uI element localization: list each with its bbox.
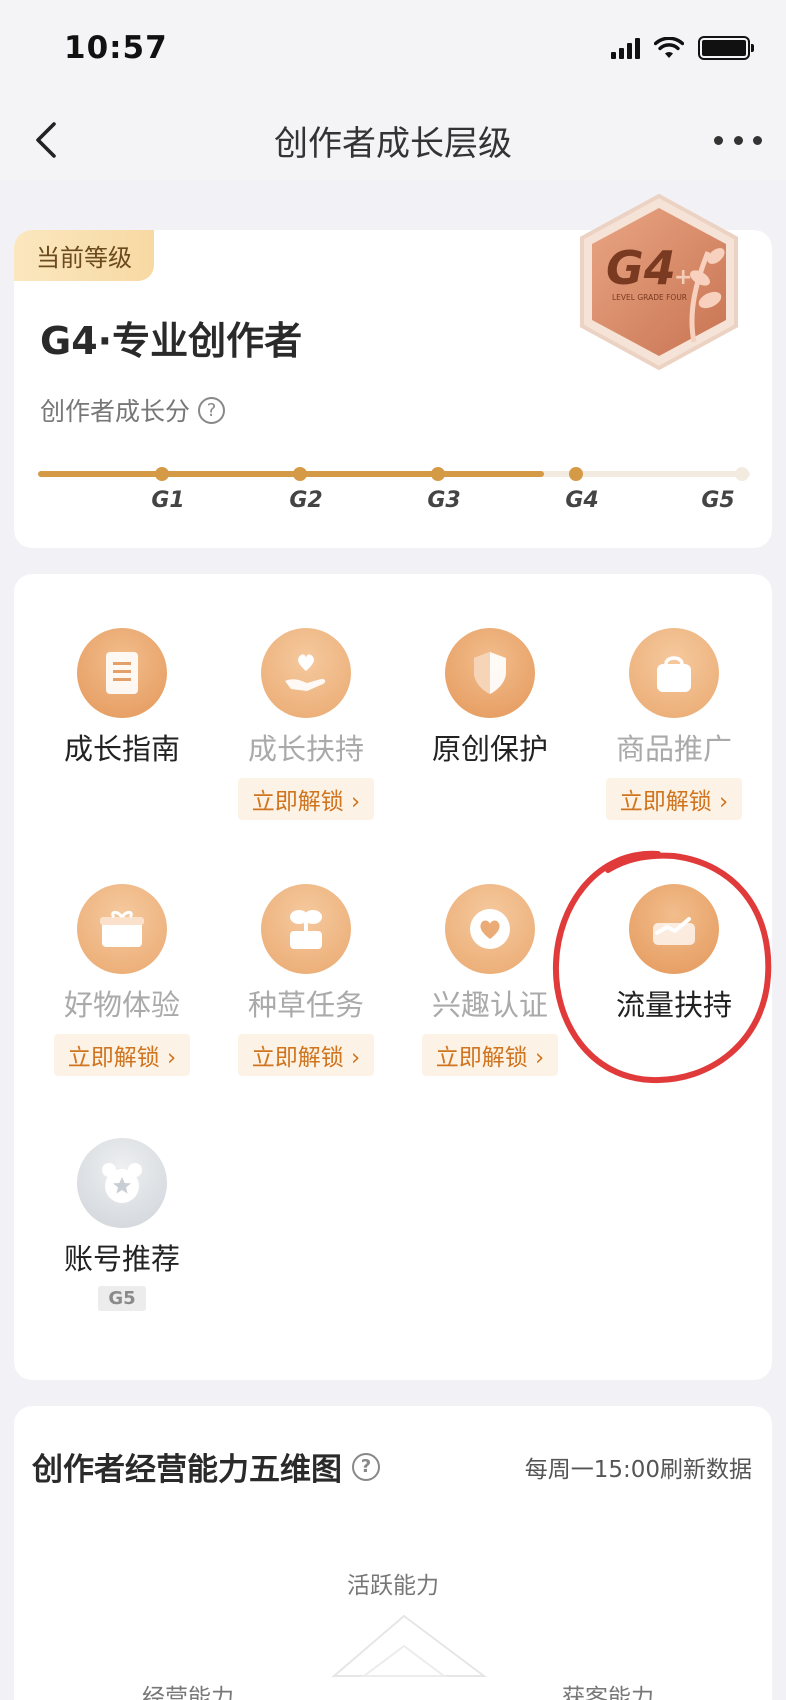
battery-icon bbox=[698, 36, 754, 60]
feature-label: 原创保护 bbox=[431, 732, 548, 766]
page-title: 创作者成长层级 bbox=[274, 124, 512, 164]
radar-axis-label: 活跃能力 bbox=[347, 1573, 439, 1599]
growth-score-text: 创作者成长分 bbox=[40, 397, 191, 426]
radar-title: 创作者经营能力五维图 ? bbox=[32, 1444, 380, 1489]
grade-node bbox=[293, 467, 307, 481]
shopping-bag-icon bbox=[629, 628, 719, 718]
unlock-button[interactable]: 立即解锁 › bbox=[237, 1034, 375, 1076]
feature-label: 好物体验 bbox=[63, 988, 180, 1022]
highlight-annotation bbox=[552, 850, 772, 1084]
current-level-tag: 当前等级 bbox=[14, 230, 154, 281]
feature-goods-experience[interactable]: 好物体验 立即解锁 › bbox=[32, 884, 212, 1076]
help-icon[interactable]: ? bbox=[352, 1452, 380, 1481]
radar-axis-label: 经营能力 bbox=[142, 1685, 234, 1700]
badge-subtitle: LEVEL GRADE FOUR bbox=[612, 293, 687, 302]
navigation-bar: 创作者成长层级 bbox=[0, 100, 786, 180]
unlock-button[interactable]: 立即解锁 › bbox=[421, 1034, 559, 1076]
refresh-note: 每周一15:00刷新数据 bbox=[524, 1457, 752, 1483]
grade-label: G5 bbox=[701, 488, 735, 513]
feature-growth-guide[interactable]: 成长指南 bbox=[32, 628, 212, 768]
level-badge: G4 + LEVEL GRADE FOUR bbox=[580, 193, 738, 371]
heart-badge-icon bbox=[445, 884, 535, 974]
badge-plus: + bbox=[674, 265, 692, 290]
feature-product-promotion[interactable]: 商品推广 立即解锁 › bbox=[584, 628, 764, 820]
feature-label: 成长指南 bbox=[63, 732, 180, 766]
progress-fill bbox=[38, 471, 544, 477]
feature-account-recommendation[interactable]: 账号推荐 G5 bbox=[32, 1138, 212, 1311]
feature-growth-support[interactable]: 成长扶持 立即解锁 › bbox=[216, 628, 396, 820]
unlock-button[interactable]: 立即解锁 › bbox=[237, 778, 375, 820]
radar-title-text: 创作者经营能力五维图 bbox=[32, 1452, 342, 1488]
status-time: 10:57 bbox=[64, 30, 168, 66]
cellular-signal-icon bbox=[611, 37, 640, 59]
grade-node bbox=[155, 467, 169, 481]
feature-label: 种草任务 bbox=[247, 988, 364, 1022]
feature-original-protection[interactable]: 原创保护 bbox=[400, 628, 580, 768]
document-icon bbox=[77, 628, 167, 718]
feature-seeding-tasks[interactable]: 种草任务 立即解锁 › bbox=[216, 884, 396, 1076]
star-bear-icon bbox=[77, 1138, 167, 1228]
grade-label: G4 bbox=[565, 488, 599, 513]
level-progress-bar bbox=[38, 464, 750, 494]
radar-chart bbox=[331, 1614, 487, 1677]
more-options-icon[interactable] bbox=[714, 126, 762, 154]
feature-label: 商品推广 bbox=[615, 732, 732, 766]
grade-label: G1 bbox=[151, 488, 185, 513]
status-icons bbox=[611, 36, 754, 60]
feature-label: 账号推荐 bbox=[63, 1242, 180, 1276]
growth-score-label[interactable]: 创作者成长分 ? bbox=[40, 392, 226, 428]
grade-label: G2 bbox=[289, 488, 323, 513]
status-bar: 10:57 bbox=[0, 0, 786, 100]
grade-node bbox=[431, 467, 445, 481]
grade-label: G3 bbox=[427, 488, 461, 513]
heart-hand-icon bbox=[261, 628, 351, 718]
grade-node bbox=[569, 467, 583, 481]
wifi-icon bbox=[654, 37, 684, 58]
help-icon[interactable]: ? bbox=[198, 396, 226, 424]
unlock-button[interactable]: 立即解锁 › bbox=[605, 778, 743, 820]
grade-required-chip: G5 bbox=[98, 1286, 146, 1311]
shield-icon bbox=[445, 628, 535, 718]
level-name: G4·专业创作者 bbox=[40, 319, 303, 363]
unlock-button[interactable]: 立即解锁 › bbox=[53, 1034, 191, 1076]
grade-node bbox=[735, 467, 749, 481]
feature-label: 成长扶持 bbox=[247, 732, 364, 766]
radar-axis-label: 获客能力 bbox=[562, 1685, 654, 1700]
gift-box-icon bbox=[77, 884, 167, 974]
badge-grade: G4 bbox=[606, 241, 676, 295]
plant-pot-icon bbox=[261, 884, 351, 974]
ability-radar-card: 创作者经营能力五维图 ? 每周一15:00刷新数据 活跃能力 经营能力 获客能力 bbox=[14, 1406, 772, 1700]
